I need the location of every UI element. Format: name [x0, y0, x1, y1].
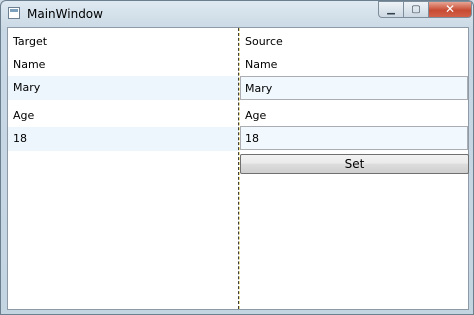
- client-area: Target Name Mary Age 18 Source Name Age …: [7, 27, 469, 310]
- main-window: MainWindow ▁ ▢ ✕ Target Name Mary Age 18…: [0, 0, 474, 315]
- target-name-label: Name: [13, 58, 46, 71]
- title-bar[interactable]: MainWindow ▁ ▢ ✕: [1, 1, 473, 27]
- source-panel: Source Name Age Set: [240, 28, 469, 309]
- target-age-value: 18: [13, 132, 27, 145]
- target-name-value: Mary: [13, 81, 41, 94]
- target-panel: Target Name Mary Age 18: [8, 28, 238, 309]
- minimize-button[interactable]: ▁: [378, 1, 404, 18]
- close-button[interactable]: ✕: [429, 1, 472, 18]
- target-header: Target: [13, 35, 48, 48]
- source-age-label: Age: [245, 109, 267, 122]
- window-title: MainWindow: [27, 7, 103, 21]
- source-name-input[interactable]: [241, 77, 467, 99]
- maximize-button[interactable]: ▢: [404, 1, 429, 18]
- source-name-textbox[interactable]: [240, 76, 468, 100]
- window-icon[interactable]: [8, 7, 20, 19]
- target-age-label: Age: [13, 109, 35, 122]
- source-age-textbox[interactable]: [240, 126, 468, 150]
- source-name-label: Name: [245, 58, 278, 71]
- target-name-value-row: Mary: [8, 76, 238, 100]
- source-age-input[interactable]: [241, 127, 467, 149]
- target-age-value-row: 18: [8, 127, 238, 151]
- set-button[interactable]: Set: [240, 154, 469, 174]
- source-header: Source: [245, 35, 283, 48]
